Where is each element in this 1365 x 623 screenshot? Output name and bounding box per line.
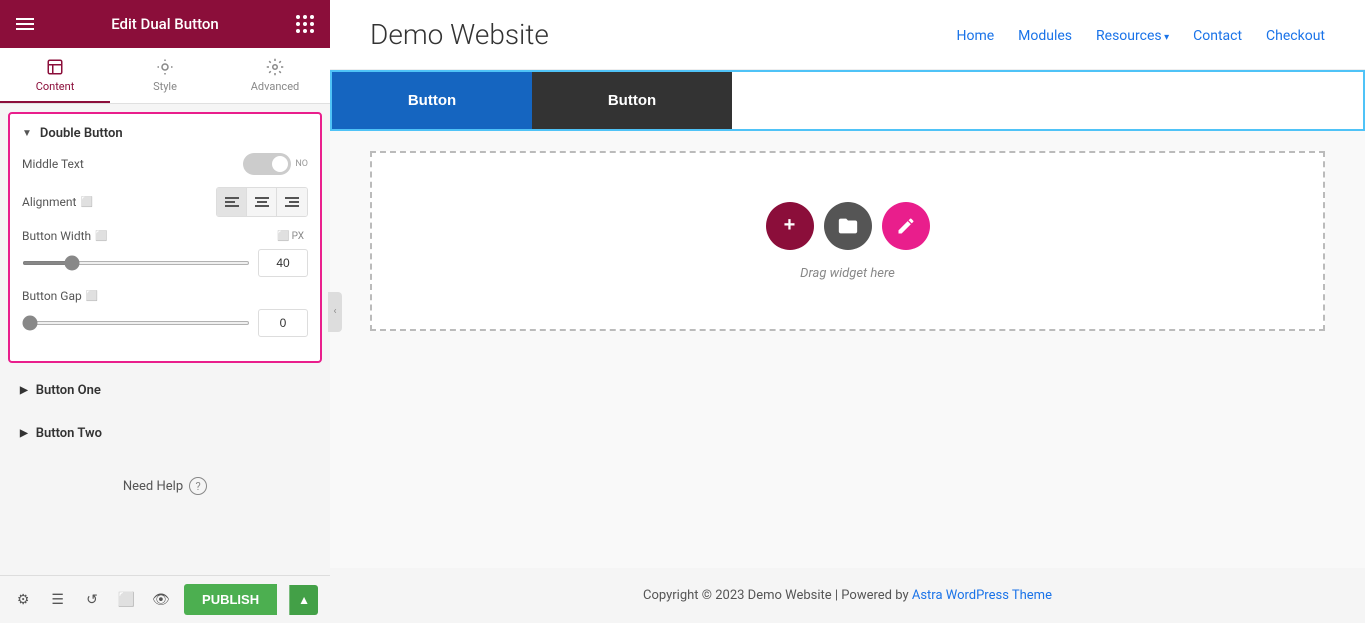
button-gap-controls (22, 309, 308, 337)
toggle-no-label: NO (295, 159, 308, 169)
help-icon: ? (189, 477, 207, 495)
button-gap-slider[interactable] (22, 321, 250, 325)
publish-arrow-button[interactable]: ▲ (289, 585, 318, 615)
alignment-buttons (216, 187, 308, 217)
publish-button[interactable]: PUBLISH (184, 584, 277, 615)
drop-actions: + (766, 202, 930, 250)
nav-resources: Resources (1096, 25, 1169, 44)
middle-text-label: Middle Text (22, 157, 112, 171)
button-gap-input[interactable] (258, 309, 308, 337)
button-two-chevron: ▶ (20, 428, 28, 439)
right-panel: Demo Website Home Modules Resources Cont… (330, 0, 1365, 623)
nav-menu: Home Modules Resources Contact Checkout (956, 25, 1325, 44)
footer-text: Copyright © 2023 Demo Website | Powered … (643, 588, 912, 603)
button-width-slider[interactable] (22, 261, 250, 265)
dual-buttons: Button Button (332, 72, 732, 129)
alignment-row: Alignment ⬜ (22, 187, 308, 217)
panel-content: ▼ Double Button Middle Text NO Alignment… (0, 104, 330, 575)
tab-content[interactable]: Content (0, 48, 110, 103)
middle-text-toggle[interactable] (243, 153, 291, 175)
edit-widget-button[interactable] (882, 202, 930, 250)
drop-zone: + Drag widget here (370, 151, 1325, 331)
nav-home: Home (956, 25, 994, 44)
footer-link[interactable]: Astra WordPress Theme (912, 588, 1052, 603)
unit-btn-width[interactable]: ⬜ PX (277, 231, 304, 242)
button-width-controls (22, 249, 308, 277)
btn-blue[interactable]: Button (332, 72, 532, 129)
collapse-handle[interactable]: ‹ (328, 292, 342, 332)
nav-contact: Contact (1193, 25, 1242, 44)
tab-advanced[interactable]: Advanced (220, 48, 330, 103)
button-width-label: Button Width ⬜ (22, 229, 277, 243)
alignment-label: Alignment ⬜ (22, 195, 112, 209)
layers-icon[interactable]: ☰ (46, 586, 68, 614)
main-content: Button Button + Drag widget here (330, 70, 1365, 568)
website-footer: Copyright © 2023 Demo Website | Powered … (330, 568, 1365, 623)
website-header: Demo Website Home Modules Resources Cont… (330, 0, 1365, 70)
button-one-header[interactable]: ▶ Button One (8, 371, 322, 410)
tab-content-label: Content (36, 80, 75, 93)
drop-text: Drag widget here (800, 266, 895, 281)
add-widget-button[interactable]: + (766, 202, 814, 250)
nav-checkout: Checkout (1266, 25, 1325, 44)
library-button[interactable] (824, 202, 872, 250)
responsive-icon[interactable]: ⬜ (115, 586, 137, 614)
help-section: Need Help ? (0, 461, 330, 511)
double-button-header[interactable]: ▼ Double Button (22, 126, 308, 141)
panel-title: Edit Dual Button (111, 15, 219, 33)
align-center-btn[interactable] (247, 188, 277, 216)
monitor-icon-width: ⬜ (95, 231, 107, 242)
button-two-label: Button Two (36, 426, 102, 441)
alignment-control (112, 187, 308, 217)
button-two-header[interactable]: ▶ Button Two (8, 414, 322, 453)
button-width-header: Button Width ⬜ ⬜ PX (22, 229, 308, 243)
nav-resources-link[interactable]: Resources (1096, 28, 1169, 44)
nav-checkout-link[interactable]: Checkout (1266, 28, 1325, 44)
nav-modules-link[interactable]: Modules (1018, 28, 1072, 44)
button-width-row: Button Width ⬜ ⬜ PX (22, 229, 308, 277)
settings-icon[interactable]: ⚙ (12, 586, 34, 614)
align-left-btn[interactable] (217, 188, 247, 216)
double-button-section: ▼ Double Button Middle Text NO Alignment… (8, 112, 322, 363)
hamburger-icon[interactable] (16, 18, 34, 30)
button-one-section: ▶ Button One (8, 371, 322, 410)
history-icon[interactable]: ↺ (81, 586, 103, 614)
button-gap-label: Button Gap ⬜ (22, 289, 308, 303)
monitor-icon-gap: ⬜ (86, 291, 98, 302)
nav-modules: Modules (1018, 25, 1072, 44)
preview-icon[interactable]: 👁 (150, 586, 172, 614)
help-text[interactable]: Need Help ? (16, 477, 314, 495)
btn-dark[interactable]: Button (532, 72, 732, 129)
button-gap-header: Button Gap ⬜ (22, 289, 308, 303)
site-title: Demo Website (370, 18, 956, 51)
dual-button-section: Button Button (330, 70, 1365, 131)
button-one-chevron: ▶ (20, 385, 28, 396)
double-button-heading: Double Button (40, 126, 123, 141)
tab-advanced-label: Advanced (251, 80, 299, 93)
collapse-icon: ▼ (22, 128, 32, 139)
middle-text-control: NO (112, 153, 308, 175)
tab-style[interactable]: Style (110, 48, 220, 103)
grid-icon[interactable] (296, 15, 314, 33)
middle-text-row: Middle Text NO (22, 153, 308, 175)
panel-header: Edit Dual Button (0, 0, 330, 48)
button-one-label: Button One (36, 383, 101, 398)
left-panel: Edit Dual Button Content Style (0, 0, 330, 623)
tab-style-label: Style (153, 80, 177, 93)
button-gap-row: Button Gap ⬜ (22, 289, 308, 337)
nav-contact-link[interactable]: Contact (1193, 28, 1242, 44)
monitor-icon-alignment: ⬜ (80, 197, 92, 208)
panel-tabs: Content Style Advanced (0, 48, 330, 104)
align-right-btn[interactable] (277, 188, 307, 216)
nav-home-link[interactable]: Home (956, 28, 994, 44)
button-two-section: ▶ Button Two (8, 414, 322, 453)
bottom-toolbar: ⚙ ☰ ↺ ⬜ 👁 PUBLISH ▲ (0, 575, 330, 623)
button-width-input[interactable] (258, 249, 308, 277)
